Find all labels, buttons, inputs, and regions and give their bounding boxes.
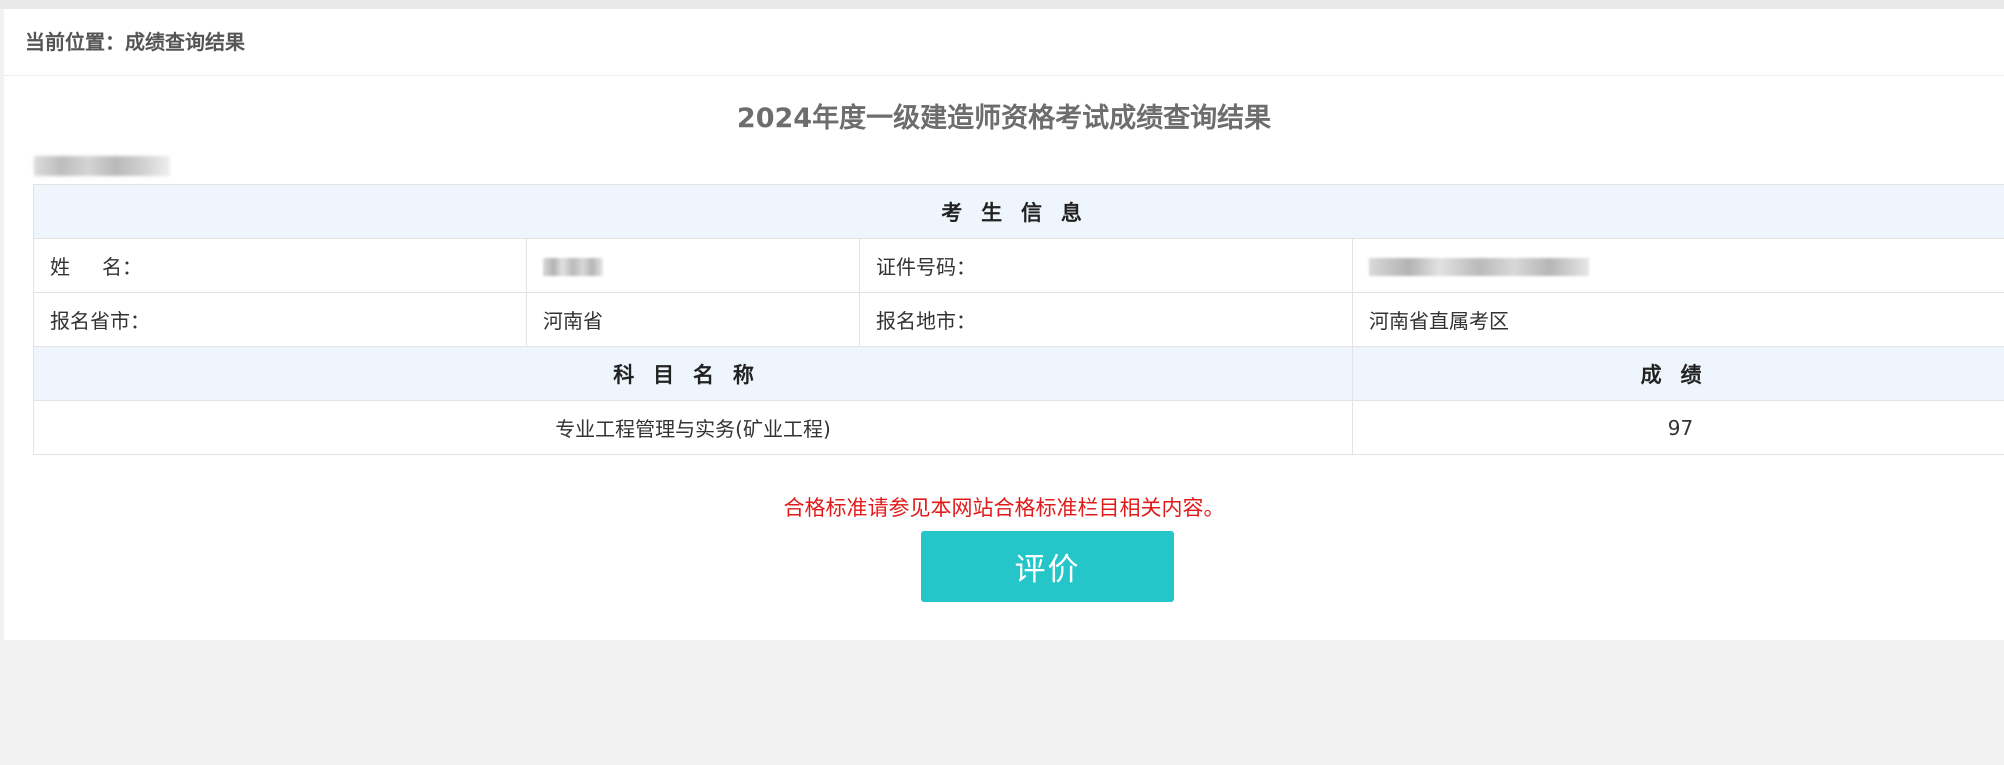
redacted-candidate-tag — [34, 156, 170, 176]
id-label: 证件号码： — [859, 238, 1353, 293]
candidate-info-header: 考生信息 — [32, 184, 2004, 239]
breadcrumb: 当前位置：成绩查询结果 — [4, 9, 2004, 76]
score-header-row: 科目名称 成绩 — [33, 346, 2004, 401]
name-label: 姓名： — [33, 238, 527, 293]
province-value: 河南省 — [526, 292, 860, 347]
city-value: 河南省直属考区 — [1351, 292, 2004, 347]
redacted-id-number — [1369, 258, 1589, 276]
breadcrumb-text: 当前位置：成绩查询结果 — [25, 30, 245, 54]
page-title: 2024年度一级建造师资格考试成绩查询结果 — [736, 103, 1272, 134]
table-row: 报名省市： 河南省 报名地市： 河南省直属考区 — [33, 292, 2004, 347]
pass-standard-notice: 合格标准请参见本网站合格标准栏目相关内容。 — [783, 496, 1225, 520]
result-table: 考生信息 姓名： 证件号码： 报名省市： 河南省 报名地市： 河南省直属考区 科… — [32, 184, 2004, 455]
name-label-text: 姓名： — [50, 255, 142, 279]
top-strip — [0, 0, 2004, 9]
id-value — [1351, 238, 2004, 293]
rate-button[interactable]: 评价 — [921, 531, 1174, 602]
province-label: 报名省市： — [33, 292, 527, 347]
score-value: 97 — [1351, 400, 2004, 455]
subject-name: 专业工程管理与实务(矿业工程) — [33, 400, 1353, 455]
table-row: 姓名： 证件号码： — [33, 238, 2004, 293]
subject-name-header: 科目名称 — [33, 346, 1353, 401]
redacted-name — [543, 258, 603, 276]
candidate-info-header-row: 考生信息 — [32, 184, 2004, 239]
score-header: 成绩 — [1351, 346, 2004, 401]
table-row: 专业工程管理与实务(矿业工程) 97 — [33, 400, 2004, 455]
city-label: 报名地市： — [859, 292, 1353, 347]
name-value — [526, 238, 860, 293]
content-panel: 当前位置：成绩查询结果 2024年度一级建造师资格考试成绩查询结果 考生信息 姓… — [4, 9, 2004, 640]
